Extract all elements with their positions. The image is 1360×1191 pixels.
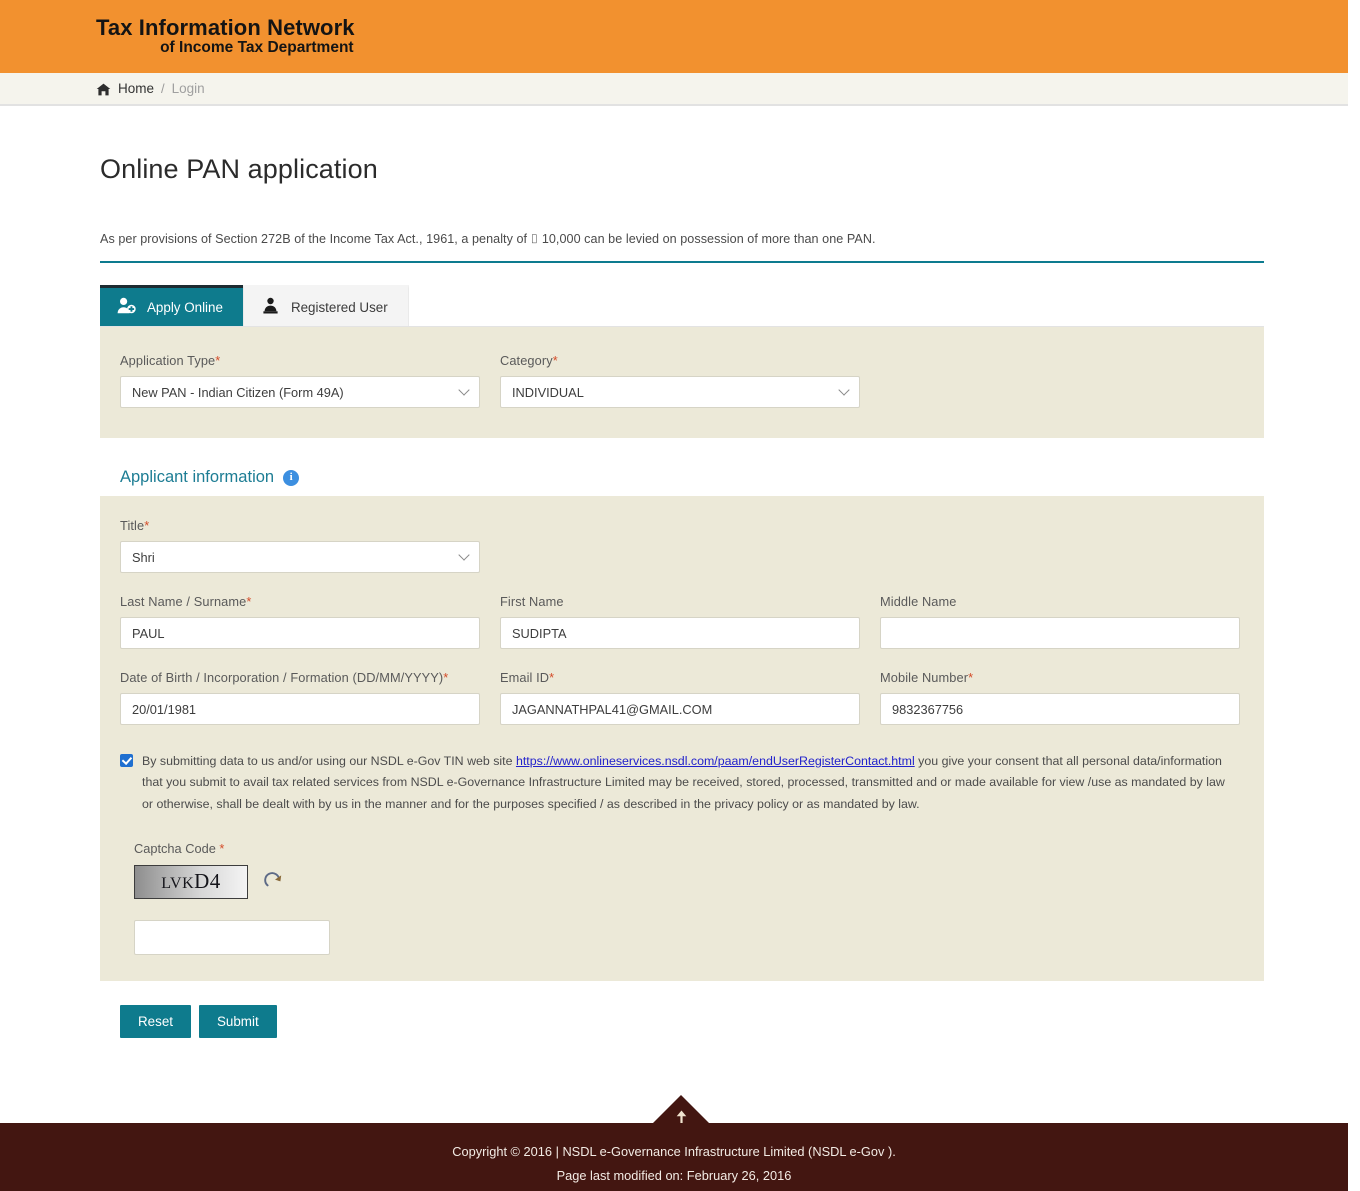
name-row: Last Name / Surname* First Name Middle N…	[120, 594, 1244, 649]
breadcrumb-current: Login	[171, 81, 205, 96]
chevron-down-icon	[460, 551, 469, 560]
consent-checkbox[interactable]	[120, 754, 133, 767]
captcha-block: Captcha Code * LVKD4	[120, 841, 1244, 955]
chevron-down-icon	[840, 386, 849, 395]
email-field: Email ID*	[500, 670, 860, 725]
page-title: Online PAN application	[100, 154, 378, 184]
application-type-panel: Application Type* New PAN - Indian Citiz…	[100, 327, 1264, 438]
refresh-icon[interactable]	[264, 872, 284, 892]
info-icon[interactable]: i	[283, 469, 300, 486]
main-content: Online PAN application As per provisions…	[0, 154, 1360, 1038]
captcha-code-part2: K	[182, 875, 195, 893]
applicant-information-label: Applicant information	[120, 468, 275, 486]
middle-name-label: Middle Name	[880, 594, 957, 609]
middle-name-input[interactable]	[880, 617, 1240, 649]
email-input[interactable]	[500, 693, 860, 725]
page-root: Tax Information Network of Income Tax De…	[0, 0, 1360, 1191]
tab-apply-online-label: Apply Online	[147, 299, 223, 315]
form-actions: Reset Submit	[120, 1004, 1264, 1038]
site-footer: Copyright © 2016 | NSDL e-Governance Inf…	[0, 1123, 1348, 1191]
applicant-information-heading: Applicant information i	[120, 468, 1264, 487]
tab-apply-online[interactable]: Apply Online	[100, 285, 243, 326]
first-name-field: First Name	[500, 594, 860, 649]
mobile-input[interactable]	[880, 693, 1240, 725]
site-header: Tax Information Network of Income Tax De…	[0, 0, 1348, 73]
breadcrumb: Home / Login	[96, 81, 205, 96]
user-plus-icon	[117, 297, 136, 317]
application-type-label: Application Type*	[120, 353, 221, 368]
brand-subtitle: of Income Tax Department	[160, 39, 354, 57]
email-label: Email ID*	[500, 670, 555, 685]
required-marker: *	[219, 840, 225, 856]
dob-label: Date of Birth / Incorporation / Formatio…	[120, 670, 449, 685]
category-label: Category*	[500, 353, 558, 368]
captcha-code-text: LVKD4	[161, 869, 221, 894]
footer-last-modified: Page last modified on: February 26, 2016	[556, 1167, 792, 1183]
first-name-label: First Name	[500, 594, 564, 609]
captcha-image: LVKD4	[134, 864, 248, 899]
title-label: Title*	[120, 518, 150, 533]
reset-button[interactable]: Reset	[120, 1004, 191, 1038]
breadcrumb-separator: /	[161, 81, 165, 96]
dob-input[interactable]	[120, 693, 480, 725]
captcha-code-part3: D4	[194, 869, 221, 894]
mobile-label: Mobile Number*	[880, 670, 974, 685]
contact-row: Date of Birth / Incorporation / Formatio…	[120, 670, 1244, 725]
consent-privacy-link[interactable]: https://www.onlineservices.nsdl.com/paam…	[516, 754, 915, 768]
breadcrumb-home-link[interactable]: Home	[118, 81, 154, 96]
chevron-down-icon	[460, 386, 469, 395]
submit-button[interactable]: Submit	[198, 1004, 277, 1038]
mobile-field: Mobile Number*	[880, 670, 1240, 725]
breadcrumb-bar: Home / Login	[0, 73, 1348, 106]
title-value: Shri	[132, 549, 155, 565]
penalty-notice: As per provisions of Section 272B of the…	[100, 232, 876, 246]
captcha-row: LVKD4	[134, 864, 1244, 899]
required-marker: *	[215, 353, 221, 368]
home-icon	[96, 83, 111, 96]
middle-name-field: Middle Name	[880, 594, 1240, 649]
required-marker: *	[246, 594, 252, 609]
tab-bar: Apply Online Registered User	[100, 285, 1264, 327]
footer-copyright: Copyright © 2016 | NSDL e-Governance Inf…	[452, 1144, 896, 1159]
accent-divider	[100, 261, 1264, 263]
title-row: Title* Shri	[120, 518, 1244, 573]
brand-title: Tax Information Network	[96, 15, 355, 41]
category-field: Category* INDIVIDUAL	[500, 353, 860, 408]
consent-text-before: By submitting data to us and/or using ou…	[142, 754, 516, 768]
title-field: Title* Shri	[120, 518, 480, 573]
category-select[interactable]: INDIVIDUAL	[500, 376, 860, 408]
last-name-field: Last Name / Surname*	[120, 594, 480, 649]
captcha-label: Captcha Code *	[134, 840, 225, 856]
dob-field: Date of Birth / Incorporation / Formatio…	[120, 670, 480, 725]
application-type-value: New PAN - Indian Citizen (Form 49A)	[132, 384, 344, 400]
application-type-row: Application Type* New PAN - Indian Citiz…	[120, 353, 1244, 408]
application-type-select[interactable]: New PAN - Indian Citizen (Form 49A)	[120, 376, 480, 408]
first-name-input[interactable]	[500, 617, 860, 649]
required-marker: *	[968, 670, 974, 685]
application-type-field: Application Type* New PAN - Indian Citiz…	[120, 353, 480, 408]
tab-registered-user-label: Registered User	[290, 299, 388, 315]
user-login-icon	[261, 297, 280, 317]
consent-block: By submitting data to us and/or using ou…	[120, 751, 1244, 815]
applicant-information-panel: Title* Shri Last Name / Surname* First N…	[100, 496, 1264, 981]
required-marker: *	[549, 670, 555, 685]
last-name-label: Last Name / Surname*	[120, 594, 252, 609]
tab-registered-user[interactable]: Registered User	[242, 285, 409, 326]
required-marker: *	[144, 518, 150, 533]
captcha-code-part1: LV	[161, 875, 183, 893]
brand-logo: Tax Information Network of Income Tax De…	[96, 16, 355, 56]
captcha-input[interactable]	[134, 919, 330, 955]
required-marker: *	[552, 353, 558, 368]
category-value: INDIVIDUAL	[512, 384, 584, 400]
consent-text: By submitting data to us and/or using ou…	[142, 751, 1238, 815]
required-marker: *	[443, 670, 449, 685]
title-select[interactable]: Shri	[120, 541, 480, 573]
last-name-input[interactable]	[120, 617, 480, 649]
